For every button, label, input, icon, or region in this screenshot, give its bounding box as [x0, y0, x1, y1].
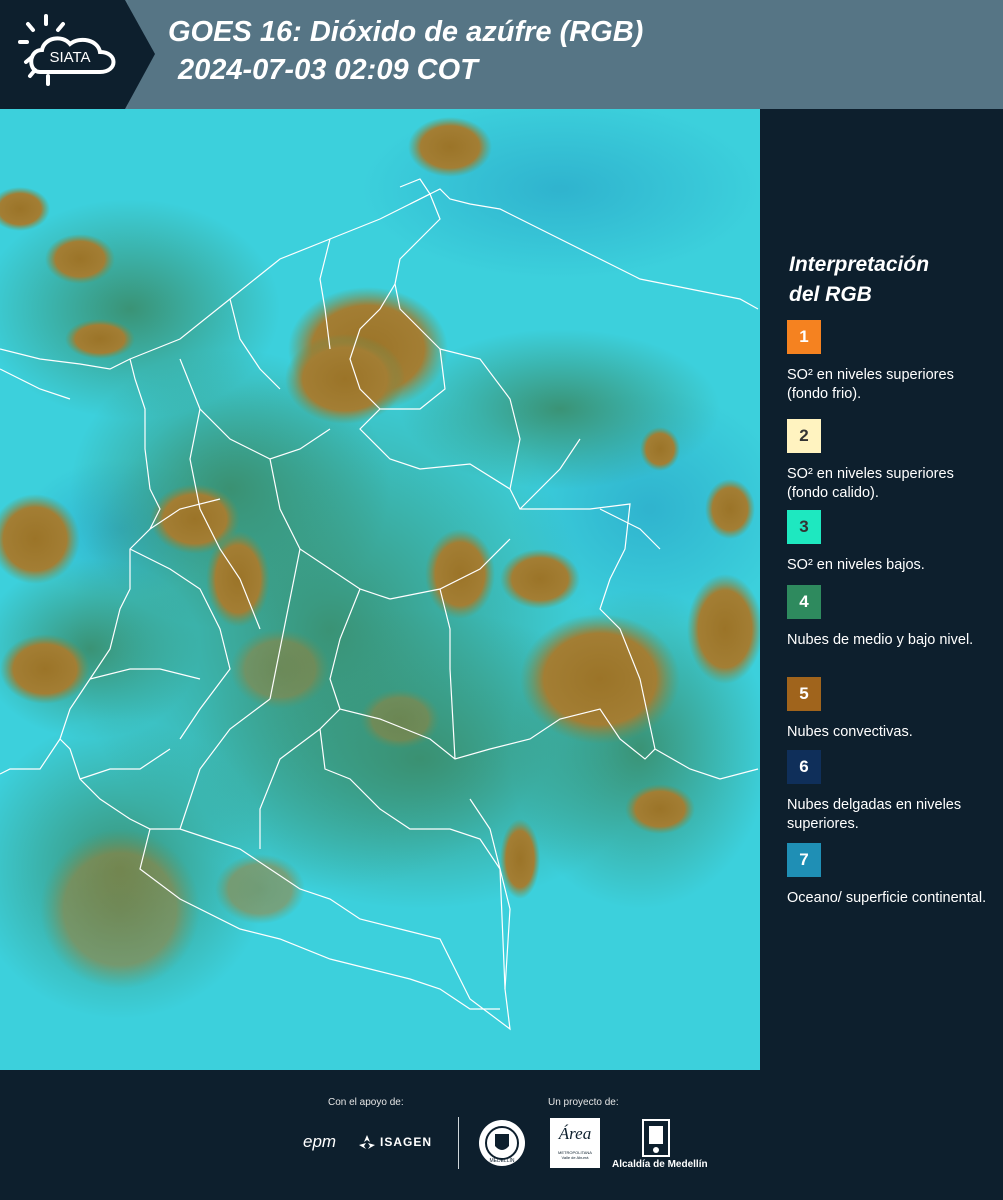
legend-item-1: 1 SO² en niveles superiores (fondo frio)… [787, 320, 997, 404]
area-metropolitana-logo: Área METROPOLITANA Valle de Aburrá [550, 1118, 600, 1168]
legend-title: Interpretación del RGB [789, 250, 989, 310]
legend-swatch-5: 5 [787, 677, 821, 711]
footer-divider [458, 1117, 459, 1169]
legend-text-6: Nubes delgadas en niveles superiores. [787, 797, 962, 832]
legend-text-1: SO² en niveles superiores (fondo frio). [787, 367, 954, 402]
support-label: Con el apoyo de: [328, 1097, 404, 1108]
legend-item-2: 2 SO² en niveles superiores (fondo calid… [787, 419, 997, 503]
project-label: Un proyecto de: [548, 1097, 619, 1108]
legend-title-line1: Interpretación [789, 253, 930, 276]
legend-swatch-4: 4 [787, 585, 821, 619]
legend-text-7: Oceano/ superficie continental. [787, 890, 987, 906]
epm-logo: epm [303, 1132, 337, 1151]
legend-text-5: Nubes convectivas. [787, 724, 913, 740]
legend-text-3: SO² en niveles bajos. [787, 557, 925, 573]
area-logo-sub2: Valle de Aburrá [561, 1155, 589, 1160]
legend-title-line2: del RGB [789, 283, 872, 306]
header: SIATA GOES 16: Dióxido de azúfre (RGB) 2… [0, 0, 1003, 109]
seal-text: MEDELLÍN [489, 1157, 514, 1164]
legend-item-7: 7 Oceano/ superficie continental. [787, 843, 997, 908]
legend-panel: Interpretación del RGB 1 SO² en niveles … [762, 109, 1003, 1070]
alcaldia-crest-icon [642, 1119, 670, 1157]
legend-item-4: 4 Nubes de medio y bajo nivel. [787, 585, 997, 650]
page-timestamp: 2024-07-03 02:09 COT [178, 54, 478, 86]
medellin-seal-icon: MEDELLÍN [479, 1120, 525, 1166]
legend-swatch-3: 3 [787, 510, 821, 544]
satellite-map [0, 109, 763, 1070]
page-title: GOES 16: Dióxido de azúfre (RGB) [168, 16, 644, 48]
legend-swatch-2: 2 [787, 419, 821, 453]
legend-item-3: 3 SO² en niveles bajos. [787, 510, 997, 575]
legend-swatch-7: 7 [787, 843, 821, 877]
satellite-image [0, 109, 760, 1070]
isagen-logo: ISAGEN [380, 1135, 433, 1149]
area-logo-title: Área [558, 1124, 592, 1143]
logo-block: SIATA [0, 0, 155, 109]
legend-item-6: 6 Nubes delgadas en niveles superiores. [787, 750, 997, 834]
legend-swatch-6: 6 [787, 750, 821, 784]
logo-text: SIATA [49, 49, 90, 66]
legend-swatch-1: 1 [787, 320, 821, 354]
footer: Con el apoyo de: Un proyecto de: epm ISA… [0, 1070, 1003, 1200]
legend-text-2: SO² en niveles superiores (fondo calido)… [787, 466, 954, 501]
alcaldia-label: Alcaldía de Medellín [612, 1159, 708, 1170]
isagen-logo-icon [359, 1135, 375, 1149]
legend-text-4: Nubes de medio y bajo nivel. [787, 632, 974, 648]
legend-item-5: 5 Nubes convectivas. [787, 677, 997, 742]
